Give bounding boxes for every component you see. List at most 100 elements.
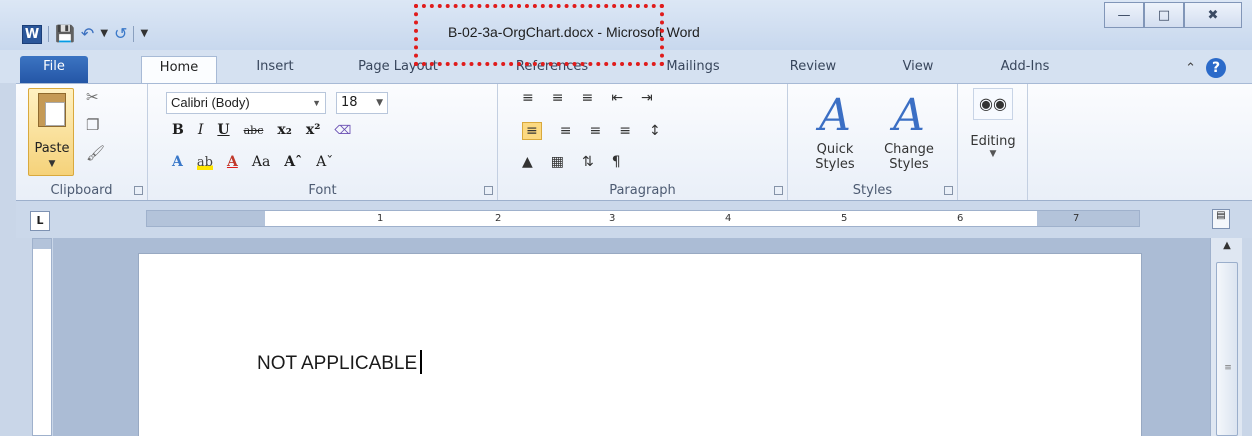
styles-group: A Quick Styles A Change Styles Styles xyxy=(788,84,958,200)
find-binoculars-icon: ◉◉ xyxy=(973,88,1013,120)
document-area: NOT APPLICABLE xyxy=(53,238,1210,436)
strikethrough-button[interactable]: abc xyxy=(244,124,264,137)
font-name-combobox[interactable]: Calibri (Body) ▼ xyxy=(166,92,326,114)
shading-row: ▲ ▦ ⇅ ¶ xyxy=(522,154,621,170)
quick-styles-icon: A xyxy=(819,90,851,141)
left-margin-area xyxy=(147,211,265,226)
minimize-button[interactable]: — xyxy=(1104,2,1144,28)
styles-launcher-icon[interactable] xyxy=(944,186,953,195)
ribbon: Paste ▼ ✂ ❐ 🖌 Clipboard Calibri (Body) ▼… xyxy=(16,83,1252,201)
close-button[interactable]: ✖ xyxy=(1184,2,1242,28)
window-right-edge xyxy=(1242,238,1252,436)
bullets-icon[interactable]: ≡ xyxy=(522,90,534,106)
scroll-thumb[interactable]: ≡ xyxy=(1216,262,1238,436)
window-controls: — □ ✖ xyxy=(1104,2,1242,28)
align-right-icon[interactable]: ≡ xyxy=(589,123,601,139)
tab-add-ins[interactable]: Add-Ins xyxy=(985,56,1065,83)
save-icon[interactable]: 💾 xyxy=(55,24,75,44)
clear-formatting-icon[interactable]: ⌫ xyxy=(334,123,351,137)
align-center-icon[interactable]: ≡ xyxy=(560,123,572,139)
change-styles-label: Change xyxy=(884,142,934,157)
editing-button[interactable]: ◉◉ Editing ▼ xyxy=(968,88,1018,159)
quick-styles-label: Quick xyxy=(816,142,854,157)
highlight-color-icon[interactable]: ab xyxy=(196,154,213,170)
cut-icon[interactable]: ✂ xyxy=(86,88,105,106)
font-size-dropdown-icon[interactable]: ▼ xyxy=(376,93,383,113)
change-case-button[interactable]: Aa xyxy=(252,154,270,170)
tab-mailings[interactable]: Mailings xyxy=(648,56,738,83)
minimize-ribbon-icon[interactable]: ⌃ xyxy=(1185,61,1196,76)
sort-icon[interactable]: ⇅ xyxy=(582,154,594,170)
paste-button[interactable]: Paste ▼ xyxy=(28,88,74,176)
shrink-font-button[interactable]: Aˇ xyxy=(316,154,333,170)
font-color-icon[interactable]: A xyxy=(227,154,238,170)
clipboard-tools: ✂ ❐ 🖌 xyxy=(86,88,105,162)
borders-icon[interactable]: ▦ xyxy=(551,154,564,170)
word-app-icon[interactable]: W xyxy=(22,24,42,44)
alignment-row: ≡ ≡ ≡ ≡ ↕ xyxy=(522,122,661,140)
document-page[interactable]: NOT APPLICABLE xyxy=(138,253,1142,436)
copy-icon[interactable]: ❐ xyxy=(86,116,105,134)
tab-review[interactable]: Review xyxy=(780,56,846,83)
maximize-button[interactable]: □ xyxy=(1144,2,1184,28)
title-bar: W 💾 ↶ ▼ ↺ ▼ B-02-3a-OrgChart.docx - Micr… xyxy=(0,0,1252,50)
format-painter-icon[interactable]: 🖌 xyxy=(86,144,105,162)
font-name-dropdown-icon[interactable]: ▼ xyxy=(312,93,321,113)
view-ruler-icon[interactable]: ▤ xyxy=(1212,209,1230,229)
paste-label: Paste xyxy=(34,141,70,156)
increase-indent-icon[interactable]: ⇥ xyxy=(641,90,653,106)
change-styles-button[interactable]: A Change Styles xyxy=(874,90,944,172)
superscript-button[interactable]: x² xyxy=(306,122,320,138)
show-formatting-button[interactable]: ¶ xyxy=(612,154,621,170)
shading-icon[interactable]: ▲ xyxy=(522,154,533,170)
ruler-number: 2 xyxy=(495,213,502,224)
help-icon[interactable]: ? xyxy=(1206,58,1226,78)
quick-access-toolbar: W 💾 ↶ ▼ ↺ ▼ xyxy=(22,22,148,46)
quick-styles-button[interactable]: A Quick Styles xyxy=(800,90,870,172)
vertical-scrollbar[interactable]: ▲ ≡ xyxy=(1210,238,1242,436)
vertical-ruler[interactable] xyxy=(32,238,52,436)
styles-group-label: Styles xyxy=(852,183,893,198)
font-launcher-icon[interactable] xyxy=(484,186,493,195)
horizontal-ruler[interactable]: 1 2 3 4 5 6 7 xyxy=(146,210,1140,227)
tab-references[interactable]: References xyxy=(502,56,602,83)
document-body-text[interactable]: NOT APPLICABLE xyxy=(257,350,423,375)
tab-row-icons: ⌃ ? xyxy=(1185,58,1226,78)
line-spacing-icon[interactable]: ↕ xyxy=(649,123,661,139)
paragraph-group: ≡ ≡ ≡ ⇤ ⇥ ≡ ≡ ≡ ≡ ↕ ▲ ▦ ⇅ ¶ Paragraph xyxy=(498,84,788,200)
undo-icon[interactable]: ↶ xyxy=(81,24,94,44)
customize-qat-icon[interactable]: ▼ xyxy=(140,24,148,44)
underline-button[interactable]: U xyxy=(217,122,229,138)
decrease-indent-icon[interactable]: ⇤ xyxy=(611,90,623,106)
ribbon-tabs: File Home Insert Page Layout References … xyxy=(0,50,1252,83)
top-margin-area xyxy=(33,239,51,249)
tab-selector-button[interactable]: L xyxy=(30,211,50,231)
paragraph-launcher-icon[interactable] xyxy=(774,186,783,195)
tab-insert[interactable]: Insert xyxy=(245,56,305,83)
tab-home[interactable]: Home xyxy=(141,56,217,83)
align-left-icon[interactable]: ≡ xyxy=(522,122,542,140)
italic-button[interactable]: I xyxy=(198,122,204,138)
undo-dropdown-icon[interactable]: ▼ xyxy=(100,24,108,44)
bold-button[interactable]: B xyxy=(172,122,184,138)
tab-view[interactable]: View xyxy=(893,56,943,83)
justify-icon[interactable]: ≡ xyxy=(619,123,631,139)
tab-page-layout[interactable]: Page Layout xyxy=(348,56,448,83)
grow-font-button[interactable]: Aˆ xyxy=(284,154,302,170)
subscript-button[interactable]: x₂ xyxy=(277,122,291,138)
ruler-number: 3 xyxy=(609,213,616,224)
font-size-combobox[interactable]: 18 ▼ xyxy=(336,92,388,114)
clipboard-launcher-icon[interactable] xyxy=(134,186,143,195)
paste-dropdown-icon[interactable]: ▼ xyxy=(29,159,75,169)
editing-label: Editing xyxy=(970,134,1016,149)
ruler-number: 4 xyxy=(725,213,732,224)
tab-file[interactable]: File xyxy=(20,56,88,83)
ruler-area: L 1 2 3 4 5 6 7 ▤ xyxy=(16,201,1252,238)
multilevel-list-icon[interactable]: ≡ xyxy=(581,90,593,106)
text-effects-icon[interactable]: A xyxy=(172,154,183,170)
numbering-icon[interactable]: ≡ xyxy=(552,90,564,106)
redo-icon[interactable]: ↺ xyxy=(114,24,127,44)
scroll-up-arrow-icon[interactable]: ▲ xyxy=(1217,240,1237,254)
clipboard-group: Paste ▼ ✂ ❐ 🖌 Clipboard xyxy=(16,84,148,200)
font-group-label: Font xyxy=(308,183,337,198)
